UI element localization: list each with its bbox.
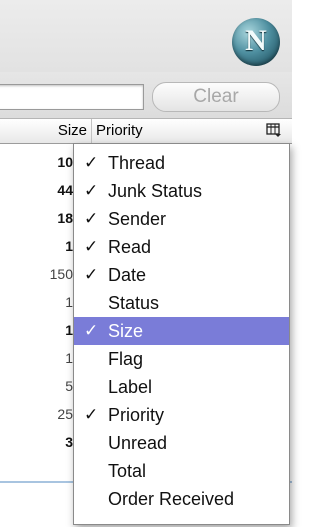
menu-item-total[interactable]: Total [74,457,289,485]
menu-item-size[interactable]: ✓ Size [74,317,289,345]
size-cell: 150 [49,266,73,282]
menu-item-label: Junk Status [108,181,203,201]
checkmark-icon: ✓ [84,181,99,200]
menu-item-flag[interactable]: Flag [74,345,289,373]
menu-item-status[interactable]: Status [74,289,289,317]
search-bar: Clear [0,72,292,119]
search-input[interactable] [0,84,144,110]
checkmark-icon: ✓ [84,405,99,424]
size-cell: 1 [65,238,73,254]
size-cell: 25 [57,406,73,422]
column-header-size[interactable]: Size [0,119,92,143]
menu-item-label: Status [108,293,160,313]
size-cell: 1 [65,350,73,366]
menu-item-label[interactable]: Label [74,373,289,401]
netscape-throbber-icon[interactable]: N [232,18,280,66]
menu-item-read[interactable]: ✓ Read [74,233,289,261]
clear-button[interactable]: Clear [152,82,280,112]
menu-item-thread[interactable]: ✓ Thread [74,149,289,177]
menu-item-label: Sender [108,209,167,229]
column-picker-menu: ✓ Thread ✓ Junk Status ✓ Sender ✓ Read ✓ Date Stat… [73,143,290,525]
checkmark-icon: ✓ [84,237,99,256]
menu-item-priority[interactable]: ✓ Priority [74,401,289,429]
menu-item-label: Total [108,461,147,481]
menu-item-date[interactable]: ✓ Date [74,261,289,289]
menu-item-label: Read [108,237,152,257]
checkmark-icon: ✓ [84,209,99,228]
menu-item-label: Order Received [108,489,235,509]
size-cell: 1 [65,294,73,310]
throbber-letter: N [245,24,267,57]
menu-item-label: Date [108,265,147,285]
menu-item-order-received[interactable]: Order Received [74,485,289,513]
menu-item-label: Size [108,321,144,341]
menu-item-sender[interactable]: ✓ Sender [74,205,289,233]
checkmark-icon: ✓ [84,321,99,340]
menu-item-label: Priority [108,405,165,425]
size-cell: 5 [65,378,73,394]
column-picker-icon[interactable] [266,122,282,138]
size-cell: 10 [57,154,73,170]
size-cell: 3 [65,434,73,450]
menu-item-unread[interactable]: Unread [74,429,289,457]
checkmark-icon: ✓ [84,153,99,172]
size-cell: 44 [57,182,73,198]
menu-item-label: Thread [108,153,166,173]
checkmark-icon: ✓ [84,265,99,284]
column-header-priority[interactable]: Priority [96,119,143,143]
size-cell: 1 [65,322,73,338]
toolbar: N [0,0,292,72]
menu-item-label: Unread [108,433,168,453]
menu-item-junk-status[interactable]: ✓ Junk Status [74,177,289,205]
menu-item-label: Flag [108,349,144,369]
menu-item-label: Label [108,377,153,397]
size-cell: 18 [57,210,73,226]
column-header-row: Size Priority [0,119,292,144]
